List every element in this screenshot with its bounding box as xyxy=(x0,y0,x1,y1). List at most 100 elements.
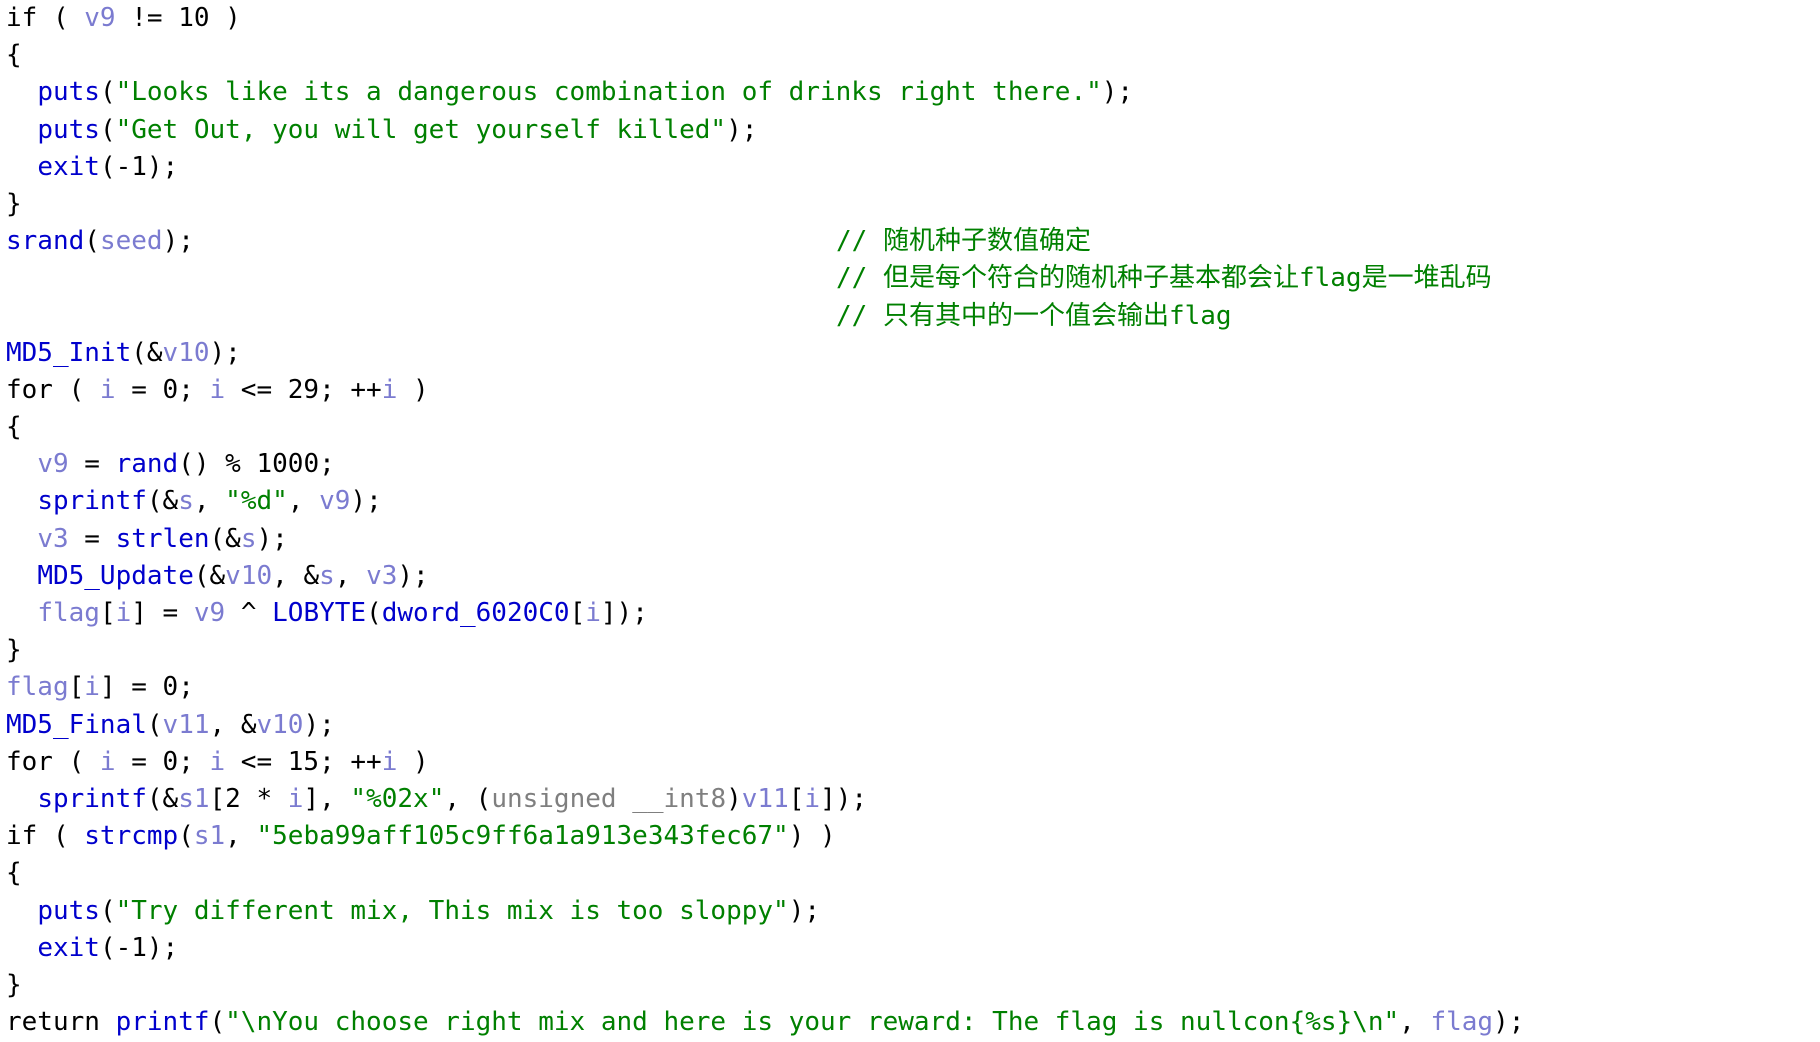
code-line[interactable]: sprintf(&s, "%d", v9); xyxy=(6,483,1816,520)
function-name: MD5_Update xyxy=(37,560,194,591)
variable: i xyxy=(209,374,226,405)
code-text: ); xyxy=(397,560,429,591)
code-text: ); xyxy=(1101,77,1134,108)
function-name: strcmp xyxy=(84,821,179,852)
variable: i xyxy=(381,374,398,405)
variable: i xyxy=(115,598,132,628)
code-line[interactable]: flag[i] = v9 ^ LOBYTE(dword_6020C0[i]); xyxy=(6,595,1816,632)
function-name: puts xyxy=(37,114,100,145)
code-text: [ xyxy=(788,783,805,814)
string-literal: "Looks like its a dangerous combination … xyxy=(115,77,1102,108)
function-name: LOBYTE xyxy=(272,598,367,628)
code-text: ( xyxy=(146,709,163,740)
string-literal: "%d" xyxy=(225,486,288,517)
keyword: if ( xyxy=(6,821,85,852)
string-literal: "%02x" xyxy=(350,783,445,814)
function-name: dword_6020C0 xyxy=(381,598,570,628)
variable: i xyxy=(99,746,116,777)
code-line[interactable]: MD5_Init(&v10); xyxy=(6,335,1816,372)
code-line[interactable]: puts("Try different mix, This mix is too… xyxy=(6,893,1816,930)
function-name: strlen xyxy=(115,523,210,554)
code-line[interactable]: exit(-1); xyxy=(6,149,1816,186)
code-text: , ( xyxy=(444,783,492,814)
code-line[interactable]: { xyxy=(6,855,1816,892)
code-text: ( xyxy=(99,114,116,145)
code-text: (& xyxy=(146,783,179,814)
variable: v10 xyxy=(162,337,210,368)
variable: s xyxy=(319,560,335,591)
code-text: () % 1000; xyxy=(178,449,335,480)
code-line[interactable]: puts("Looks like its a dangerous combina… xyxy=(6,74,1816,111)
code-line[interactable]: for ( i = 0; i <= 15; ++i ) xyxy=(6,744,1816,781)
variable: s xyxy=(240,523,257,554)
variable: s xyxy=(178,486,194,517)
code-comment: // 只有其中的一个值会输出flag xyxy=(836,300,1232,331)
code-line[interactable]: flag[i] = 0; xyxy=(6,669,1816,706)
variable: i xyxy=(287,783,304,814)
code-comment: // 但是每个符合的随机种子基本都会让flag是一堆乱码 xyxy=(836,263,1492,294)
code-line[interactable]: MD5_Final(v11, &v10); xyxy=(6,707,1816,744)
code-text: ); xyxy=(303,709,335,740)
code-line[interactable]: } xyxy=(6,967,1816,1004)
decompiled-code-view[interactable]: if ( v9 != 10 ){ puts("Looks like its a … xyxy=(6,0,1816,1042)
code-text: [ xyxy=(569,598,586,628)
variable: v3 xyxy=(37,523,69,554)
variable: flag xyxy=(1430,1007,1494,1038)
code-comment: // 随机种子数值确定 xyxy=(836,226,1091,257)
code-line[interactable]: } xyxy=(6,186,1816,223)
code-text: ); xyxy=(788,895,820,926)
code-line[interactable]: if ( strcmp(s1, "5eba99aff105c9ff6a1a913… xyxy=(6,818,1816,855)
code-line[interactable]: // 只有其中的一个值会输出flag xyxy=(6,298,1816,335)
function-name: rand xyxy=(115,449,179,480)
variable: v9 xyxy=(37,449,69,480)
code-text: } xyxy=(6,635,22,666)
code-line[interactable]: MD5_Update(&v10, &s, v3); xyxy=(6,558,1816,595)
code-text: != 10 ) xyxy=(115,3,241,33)
code-text: ( xyxy=(366,598,382,628)
code-text: ] = xyxy=(131,598,194,628)
code-line[interactable]: v3 = strlen(&s); xyxy=(6,521,1816,558)
code-line[interactable]: puts("Get Out, you will get yourself kil… xyxy=(6,112,1816,149)
code-text: ( xyxy=(84,226,100,257)
code-line[interactable]: { xyxy=(6,409,1816,446)
code-text: ); xyxy=(162,226,194,257)
variable: flag xyxy=(6,672,69,703)
code-text: ] = 0; xyxy=(99,672,194,703)
code-text: ); xyxy=(350,486,382,517)
code-text: (& xyxy=(209,523,241,554)
function-name: MD5_Init xyxy=(6,337,132,368)
code-text: = xyxy=(68,449,116,480)
code-line[interactable]: if ( v9 != 10 ) xyxy=(6,0,1816,37)
variable: v11 xyxy=(741,783,789,814)
variable: flag xyxy=(37,598,100,628)
code-line[interactable]: return printf("\nYou choose right mix an… xyxy=(6,1004,1816,1041)
variable: v9 xyxy=(319,486,351,517)
code-text: , xyxy=(193,486,226,517)
code-text: ( xyxy=(178,821,194,852)
variable: v9 xyxy=(193,598,226,628)
variable: i xyxy=(585,598,601,628)
code-line[interactable]: exit(-1); xyxy=(6,930,1816,967)
code-line[interactable]: for ( i = 0; i <= 29; ++i ) xyxy=(6,372,1816,409)
code-line[interactable]: srand(seed); // 随机种子数值确定 xyxy=(6,223,1816,260)
code-line[interactable]: v9 = rand() % 1000; xyxy=(6,446,1816,483)
code-text: <= 15; ++ xyxy=(225,746,382,777)
variable: v3 xyxy=(366,560,398,591)
code-text: = 0; xyxy=(115,374,210,405)
function-name: exit xyxy=(37,932,100,963)
code-line[interactable]: { xyxy=(6,37,1816,74)
code-text: ); xyxy=(1493,1007,1525,1038)
function-name: puts xyxy=(37,895,100,926)
code-line[interactable]: sprintf(&s1[2 * i], "%02x", (unsigned __… xyxy=(6,781,1816,818)
code-line[interactable]: // 但是每个符合的随机种子基本都会让flag是一堆乱码 xyxy=(6,260,1816,297)
code-line[interactable]: } xyxy=(6,632,1816,669)
code-text: (& xyxy=(193,560,226,591)
keyword: for ( xyxy=(6,374,100,405)
